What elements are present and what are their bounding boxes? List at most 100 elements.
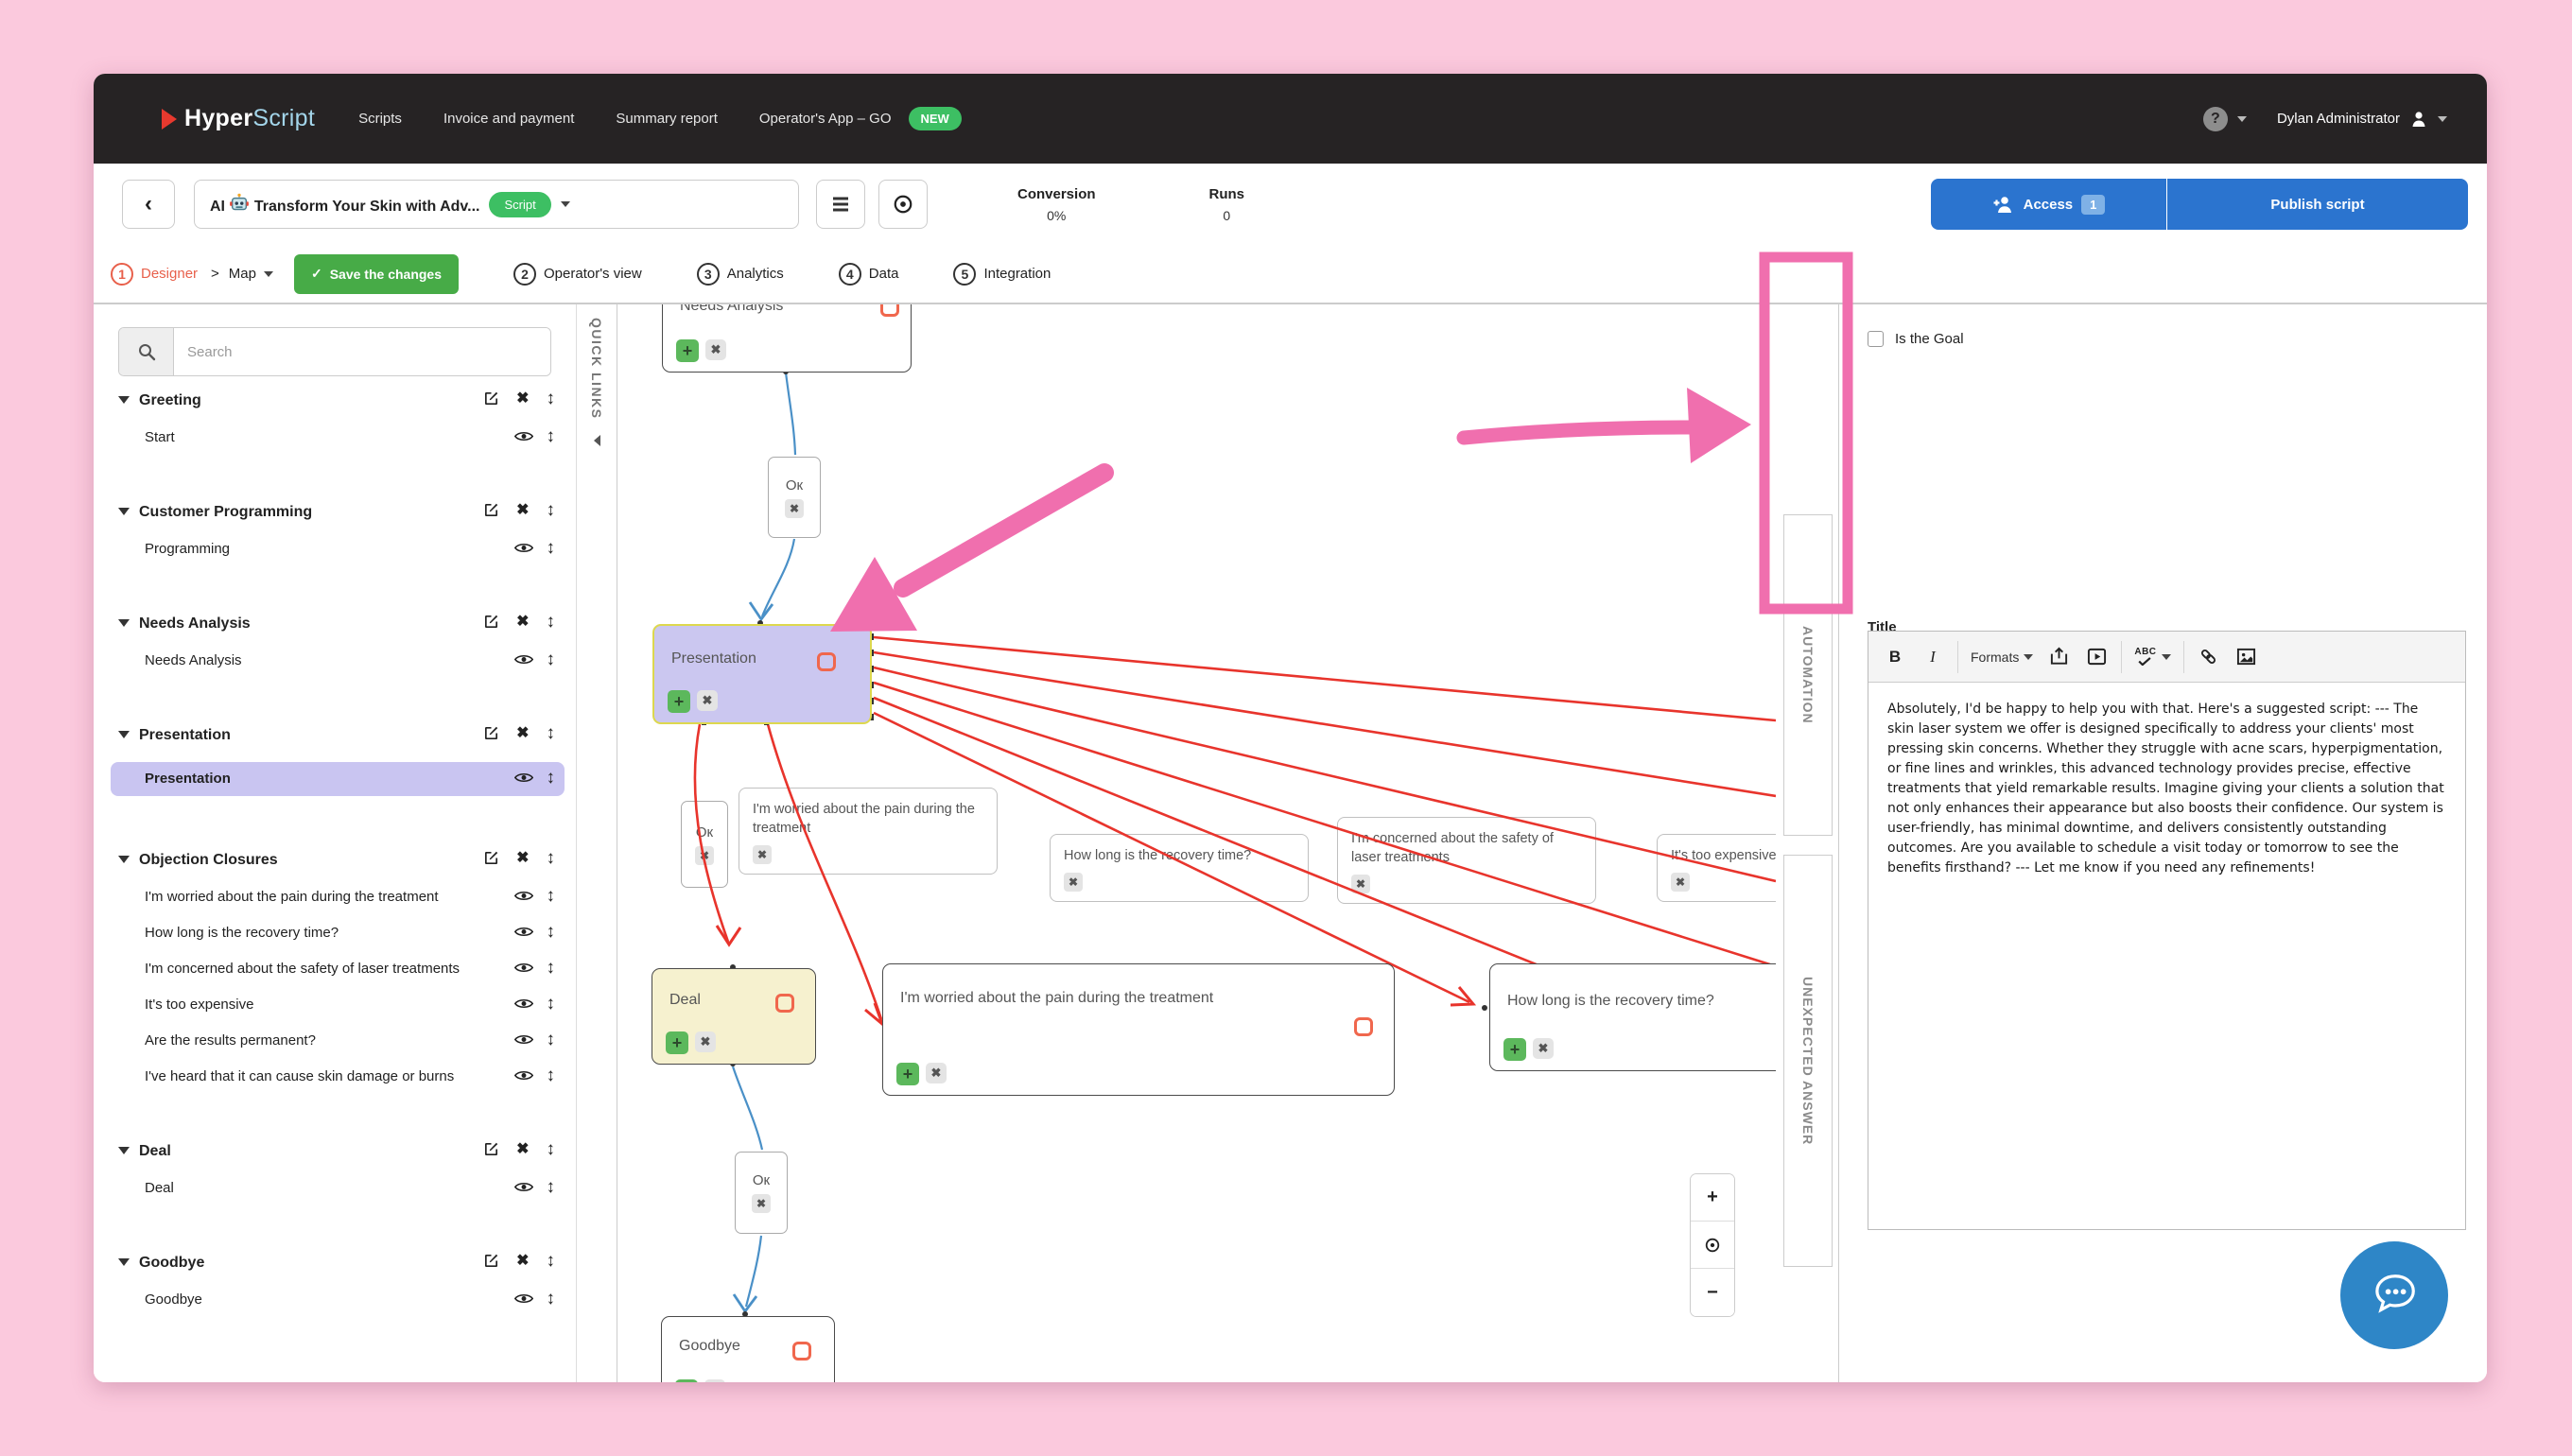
quick-links-strip[interactable]: QUICK LINKS: [576, 304, 617, 1382]
sidebar-group-presentation[interactable]: Presentation ✖ ↕: [118, 724, 565, 747]
sidebar-item-start[interactable]: Start ↕: [118, 427, 565, 448]
menu-operators-app[interactable]: Operator's App – GO: [759, 111, 892, 127]
sidebar-item-programming[interactable]: Programming ↕: [118, 539, 565, 560]
menu-summary-report[interactable]: Summary report: [616, 111, 718, 127]
node-deal[interactable]: Deal + ✖: [652, 968, 816, 1065]
caret-down-icon[interactable]: [118, 619, 130, 627]
move-icon[interactable]: ↕: [547, 539, 556, 557]
formats-dropdown[interactable]: Formats: [1964, 638, 2040, 676]
move-icon[interactable]: ↕: [547, 1140, 556, 1158]
sidebar-item-recovery[interactable]: How long is the recovery time? ↕: [118, 923, 565, 944]
add-step-button[interactable]: +: [676, 339, 699, 362]
edit-icon[interactable]: [483, 390, 499, 407]
move-icon[interactable]: ↕: [547, 650, 556, 668]
node-needs-analysis[interactable]: Needs Analysis + ✖: [662, 304, 912, 373]
goal-marker-icon[interactable]: [880, 304, 899, 317]
add-step-button[interactable]: +: [675, 1379, 698, 1382]
publish-script-button[interactable]: Publish script: [2167, 179, 2468, 230]
sidebar-group-deal[interactable]: Deal ✖ ↕: [118, 1140, 565, 1163]
move-icon[interactable]: ↕: [547, 959, 556, 977]
sidebar-group-customer-programming[interactable]: Customer Programming ✖ ↕: [118, 501, 565, 524]
sidebar-item-skin-damage[interactable]: I've heard that it can cause skin damage…: [118, 1066, 565, 1087]
eye-icon[interactable]: [514, 1033, 533, 1046]
zoom-out-button[interactable]: −: [1691, 1269, 1734, 1316]
move-icon[interactable]: ↕: [547, 1066, 556, 1084]
delete-icon[interactable]: ✖: [516, 391, 529, 407]
delete-step-button[interactable]: ✖: [926, 1063, 947, 1083]
flow-canvas[interactable]: Oк ✖ I'm worried about the pain during t…: [618, 304, 1776, 1382]
insert-video-button[interactable]: [2077, 638, 2115, 676]
move-icon[interactable]: ↕: [547, 1252, 556, 1270]
sidebar-item-presentation-selected[interactable]: Presentation ↕: [111, 762, 565, 796]
search-input[interactable]: [174, 328, 550, 375]
goal-marker-icon[interactable]: [1354, 1017, 1373, 1036]
move-icon[interactable]: ↕: [547, 724, 556, 742]
sidebar-group-greeting[interactable]: Greeting ✖ ↕: [118, 390, 565, 412]
edit-icon[interactable]: [483, 502, 499, 518]
is-goal-checkbox[interactable]: [1868, 331, 1884, 347]
locate-button[interactable]: [878, 180, 928, 229]
eye-icon[interactable]: [514, 430, 533, 442]
delete-step-button[interactable]: ✖: [1533, 1038, 1554, 1059]
move-icon[interactable]: ↕: [547, 1178, 556, 1196]
tab-designer[interactable]: 1 Designer: [111, 263, 198, 286]
script-title-box[interactable]: AI Transform Your Skin with Adv... Scrip…: [194, 180, 799, 229]
user-caret-icon[interactable]: [2438, 116, 2447, 122]
node-step-recovery[interactable]: How long is the recovery time? + ✖: [1489, 963, 1776, 1071]
add-step-button[interactable]: +: [668, 690, 690, 713]
tab-operators-view[interactable]: 2 Operator's view: [513, 263, 642, 286]
map-dropdown[interactable]: Map: [229, 266, 256, 282]
eye-icon[interactable]: [514, 997, 533, 1010]
move-icon[interactable]: ↕: [547, 1031, 556, 1049]
move-icon[interactable]: ↕: [547, 887, 556, 905]
move-icon[interactable]: ↕: [547, 769, 556, 787]
delete-step-button[interactable]: ✖: [695, 1031, 716, 1052]
node-step-pain[interactable]: I'm worried about the pain during the tr…: [882, 963, 1395, 1096]
eye-icon[interactable]: [514, 542, 533, 554]
sidebar-group-needs-analysis[interactable]: Needs Analysis ✖ ↕: [118, 613, 565, 635]
user-avatar-icon[interactable]: [2409, 110, 2428, 129]
tab-integration[interactable]: 5 Integration: [953, 263, 1051, 286]
move-icon[interactable]: ↕: [547, 501, 556, 519]
delete-node-button[interactable]: ✖: [752, 1194, 771, 1213]
sidebar-item-goodbye[interactable]: Goodbye ↕: [118, 1290, 565, 1310]
delete-step-button[interactable]: ✖: [705, 339, 726, 360]
access-button[interactable]: Access 1: [1931, 179, 2167, 230]
save-changes-button[interactable]: ✓ Save the changes: [294, 254, 459, 294]
tab-data[interactable]: 4 Data: [839, 263, 899, 286]
spellcheck-button[interactable]: ABC: [2128, 638, 2177, 676]
support-chat-button[interactable]: [2340, 1241, 2448, 1349]
back-button[interactable]: ‹: [122, 180, 175, 229]
title-caret-icon[interactable]: [561, 201, 570, 207]
edit-icon[interactable]: [483, 614, 499, 630]
caret-down-icon[interactable]: [118, 1258, 130, 1266]
sidebar-item-expensive[interactable]: It's too expensive ↕: [118, 995, 565, 1015]
eye-icon[interactable]: [514, 1181, 533, 1193]
node-goodbye[interactable]: Goodbye + ✖: [661, 1316, 835, 1382]
add-step-button[interactable]: +: [1503, 1038, 1526, 1061]
sidebar-item-deal[interactable]: Deal ↕: [118, 1178, 565, 1199]
goal-marker-icon[interactable]: [792, 1342, 811, 1361]
edit-icon[interactable]: [483, 725, 499, 741]
node-ok-1[interactable]: Oк ✖: [768, 457, 821, 538]
caret-down-icon[interactable]: [118, 508, 130, 515]
eye-icon[interactable]: [514, 962, 533, 974]
user-name[interactable]: Dylan Administrator: [2277, 111, 2400, 127]
move-icon[interactable]: ↕: [547, 1290, 556, 1308]
sidebar-item-safety[interactable]: I'm concerned about the safety of laser …: [118, 959, 565, 979]
map-caret-icon[interactable]: [264, 271, 273, 277]
edit-icon[interactable]: [483, 1253, 499, 1269]
help-caret-icon[interactable]: [2237, 116, 2247, 122]
delete-icon[interactable]: ✖: [516, 503, 529, 518]
eye-icon[interactable]: [514, 890, 533, 902]
delete-node-button[interactable]: ✖: [785, 499, 804, 518]
hyperscript-logo[interactable]: Hyper Script: [162, 105, 315, 132]
script-menu-button[interactable]: [816, 180, 865, 229]
template-insert-button[interactable]: [2040, 638, 2077, 676]
delete-icon[interactable]: ✖: [516, 1254, 529, 1269]
zoom-fit-button[interactable]: [1691, 1222, 1734, 1269]
node-presentation-selected[interactable]: Presentation + ✖: [652, 624, 872, 724]
move-icon[interactable]: ↕: [547, 849, 556, 867]
sidebar-item-pain[interactable]: I'm worried about the pain during the tr…: [118, 887, 565, 908]
caret-down-icon[interactable]: [118, 396, 130, 404]
